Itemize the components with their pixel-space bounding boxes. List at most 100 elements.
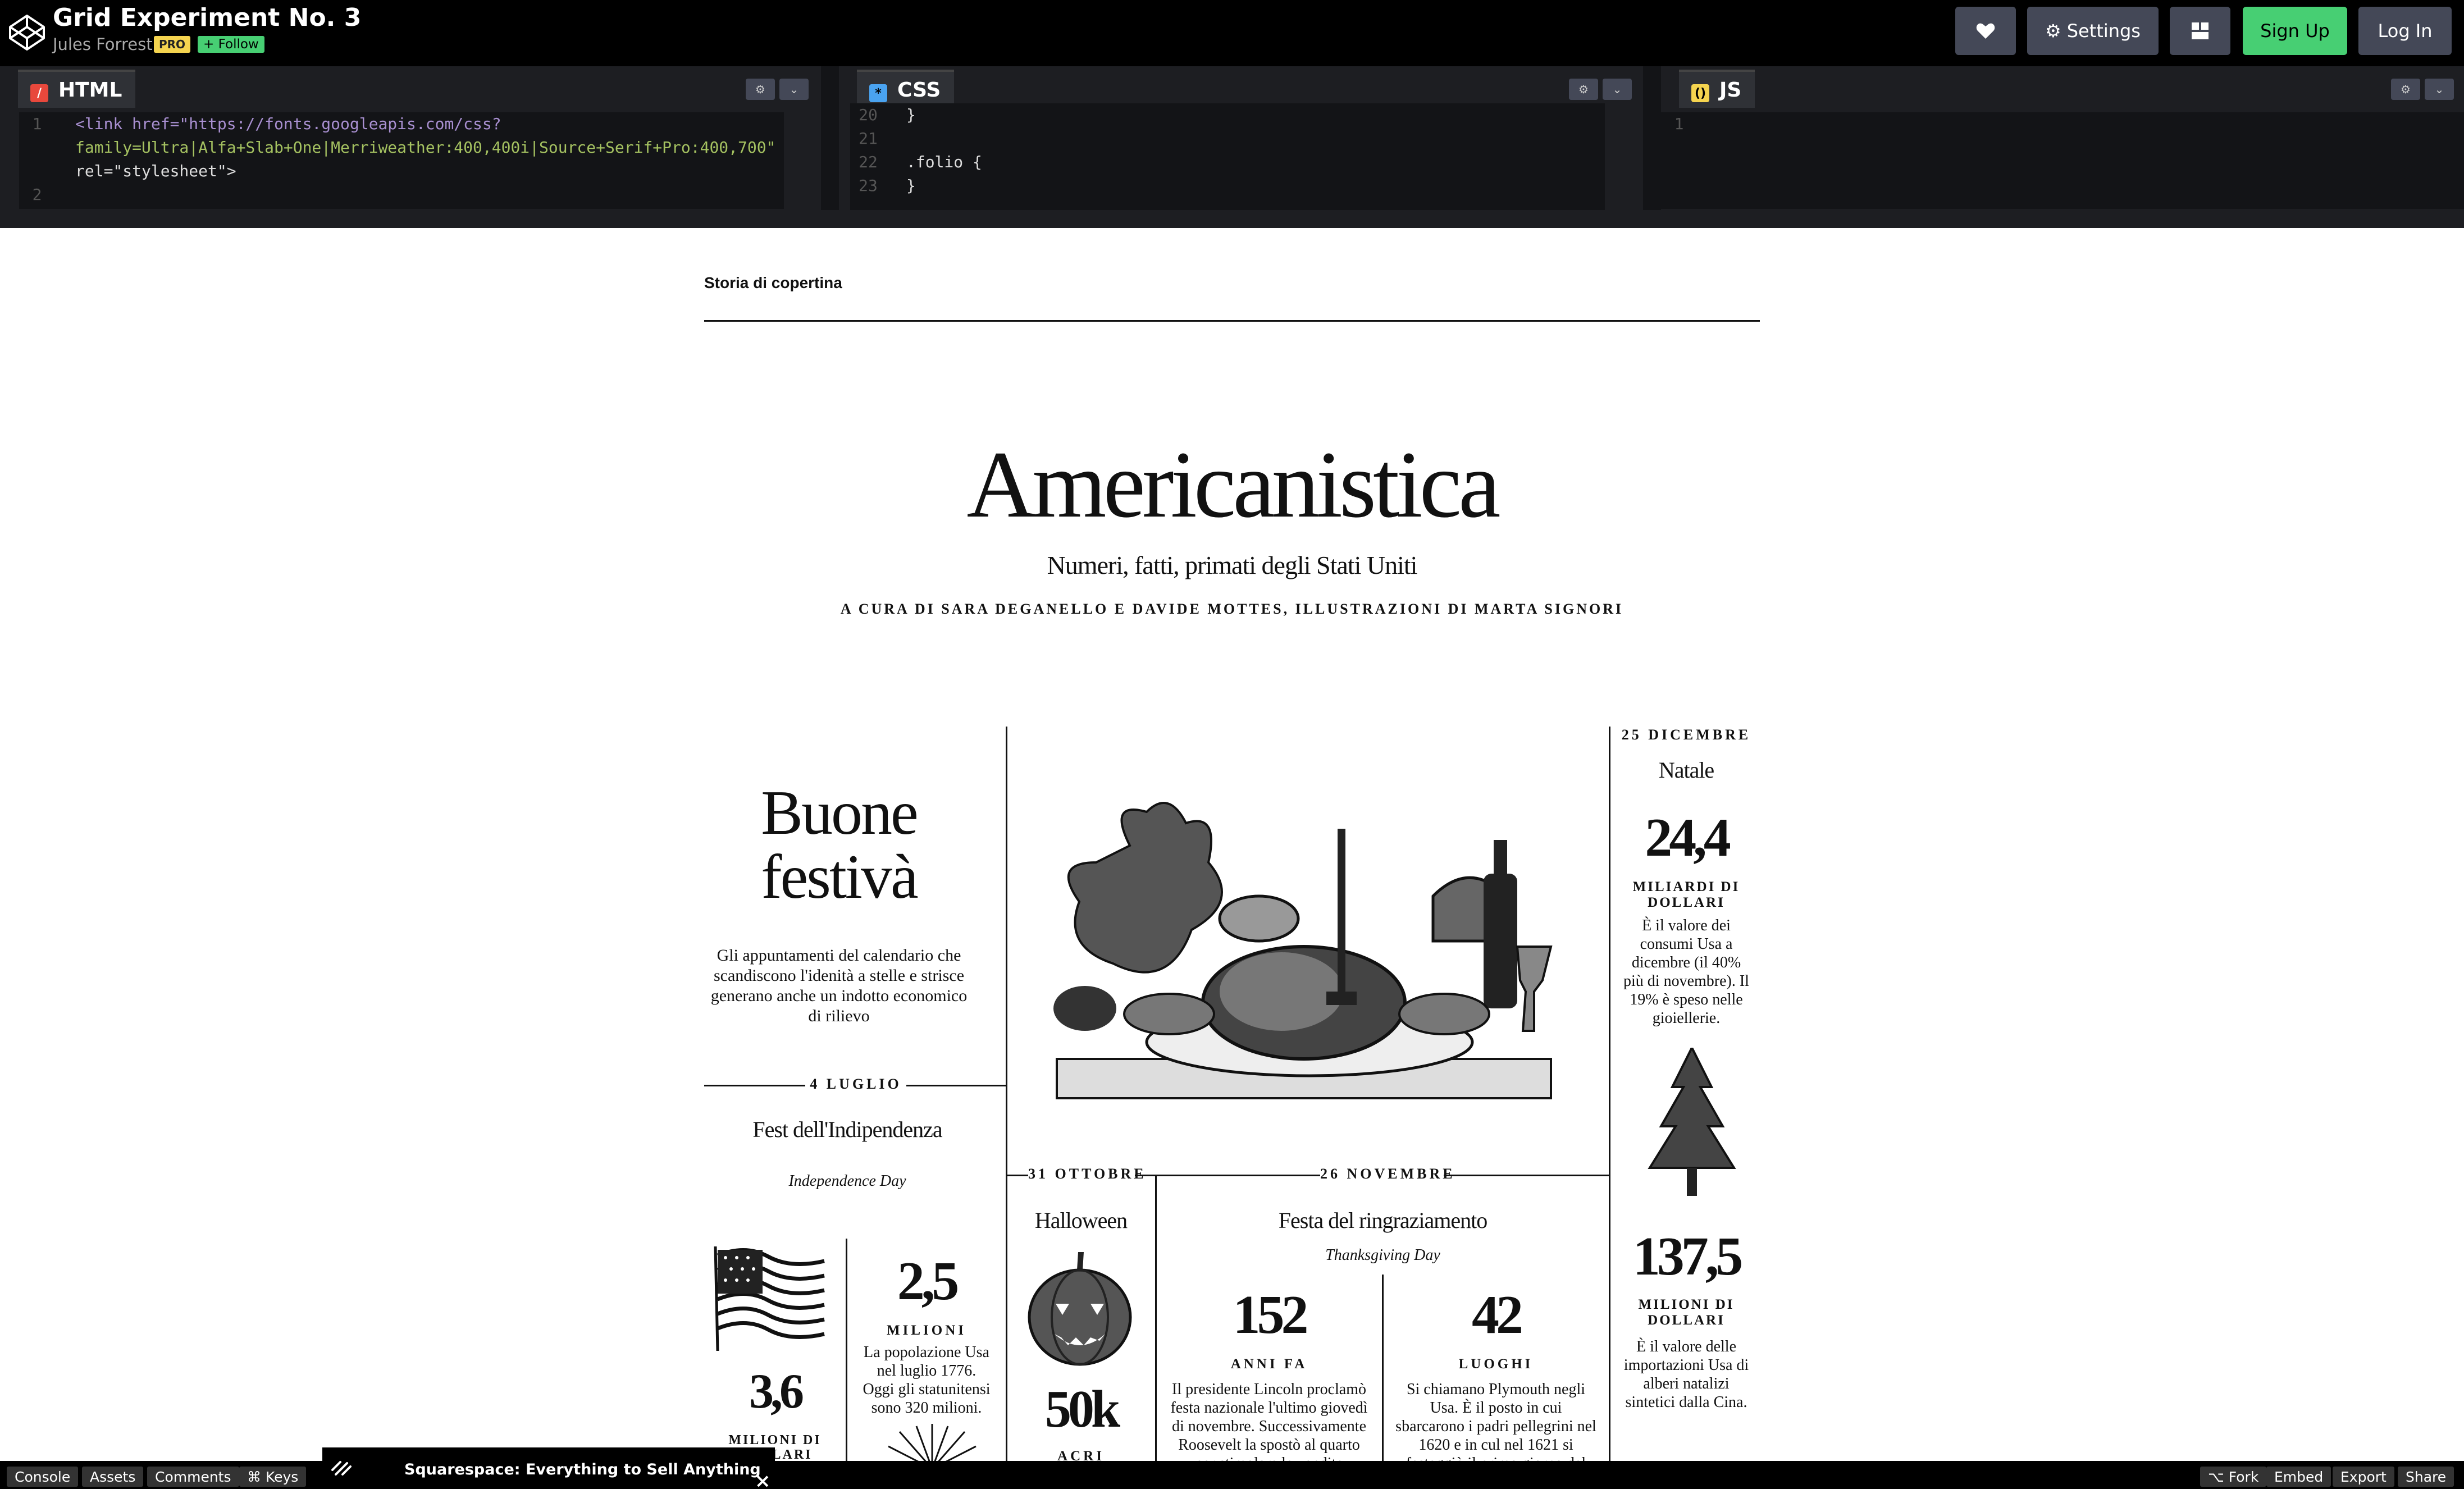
codepen-app: { "header": { "title": "Grid Experiment … [0,0,2464,1489]
grid-line [1006,727,1007,1461]
css-code-area[interactable]: 20 21 22 23 } .folio { } [850,103,1605,210]
heart-icon [1976,23,1995,39]
credits: A CURA DI SARA DEGANELLO E DAVIDE MOTTES… [840,601,1624,617]
line-number: 21 [859,129,878,148]
settings-button[interactable]: ⚙ Settings [2027,7,2159,55]
subtitle: Numeri, fatti, primati degli Stati Uniti [1047,551,1418,579]
divider [704,320,1760,322]
line-number: 22 [859,153,878,171]
pro-badge: PRO [154,36,191,53]
console-button[interactable]: Console [7,1467,79,1487]
resize-handle[interactable] [821,66,839,210]
log-in-button[interactable]: Log In [2358,7,2452,55]
dec-number-2: 137,5 [1632,1226,1744,1287]
line-number: 1 [32,115,42,133]
divider [1444,1175,1609,1176]
chevron-down-icon: ⌄ [789,83,799,96]
dec-text-1: È il valore dei consumi Usa a dicembre (… [1623,917,1749,1027]
july-label-1: MILIONI [887,1323,966,1338]
line-number: 1 [1674,115,1684,133]
sponsor-ad[interactable]: Squarespace: Everything to Sell Anything… [322,1447,775,1489]
july-number-1: 2,5 [897,1251,960,1312]
html-code-area[interactable]: 1 2 <link href="https://fonts.googleapis… [19,112,784,209]
pumpkin-icon [1028,1252,1132,1366]
html-collapse-button[interactable]: ⌄ [779,79,809,100]
css-settings-button[interactable]: ⚙ [1569,79,1598,100]
july-title: Fest dell'Indipendenza [752,1117,942,1142]
sign-up-button[interactable]: Sign Up [2243,7,2347,55]
fork-button[interactable]: ⌥ Fork [2200,1467,2267,1487]
js-icon: () [1691,84,1709,102]
dec-number-1: 24,4 [1645,807,1731,868]
code-line: .folio { [906,153,982,171]
assets-button[interactable]: Assets [82,1467,144,1487]
gear-icon: ⚙ [2045,20,2061,42]
js-editor-panel: () JS ⚙ ⌄ 1 [1661,66,2464,210]
css-tab[interactable]: * CSS [857,70,955,108]
buone-line-2: festivà [761,842,919,912]
july-date: 4 LUGLIO [810,1076,902,1092]
codepen-logo-icon[interactable] [8,13,46,52]
intro-text: Gli appuntamenti del calendario che scan… [710,946,968,1025]
embed-button[interactable]: Embed [2266,1467,2331,1487]
nov-title: Festa del ringraziamento [1278,1208,1487,1233]
code-line: family=Ultra|Alfa+Slab+One|Merriweather:… [75,138,776,157]
thanksgiving-feast-illustration [1053,802,1553,1099]
css-tab-label: CSS [897,78,941,102]
nov-subtitle: Thanksgiving Day [1325,1246,1440,1264]
nov-label-2: LUOGHI [1458,1356,1534,1372]
ad-text: Squarespace: Everything to Sell Anything [404,1461,761,1478]
layout-button[interactable] [2170,7,2230,55]
js-code-area[interactable]: 1 [1661,112,2464,209]
css-collapse-button[interactable]: ⌄ [1603,79,1632,100]
close-icon[interactable]: × [755,1470,771,1489]
july-text-1: La popolazione Usa nel luglio 1776. Oggi… [863,1344,991,1417]
html-settings-button[interactable]: ⚙ [746,79,775,100]
nov-text-1: Il presidente Lincoln proclamò festa naz… [1170,1381,1368,1461]
css-icon: * [869,84,887,102]
nov-label-1: ANNI FA [1230,1356,1308,1372]
line-number: 23 [859,176,878,195]
dec-label-1: MILIARDI DI DOLLARI [1632,879,1740,910]
nov-date: 26 NOVEMBRE [1320,1166,1455,1182]
gear-icon: ⚙ [755,83,765,96]
comments-button[interactable]: Comments [147,1467,239,1487]
nov-text-2: Si chiamano Plymouth negli Usa. È il pos… [1395,1381,1596,1461]
code-line: <link href="https://fonts.googleapis.com… [75,115,501,133]
july-number-2: 3,6 [749,1364,804,1419]
fireworks-icon [888,1424,977,1461]
html-icon: / [30,84,48,102]
love-button[interactable] [1955,7,2016,55]
js-settings-button[interactable]: ⚙ [2391,79,2420,100]
dec-label-2: MILIONI DI DOLLARI [1638,1297,1735,1328]
top-bar: Grid Experiment No. 3 Jules Forrest PRO … [0,0,2464,66]
dec-title: Natale [1658,757,1714,783]
resize-handle[interactable] [1643,66,1661,210]
code-line: } [906,176,916,195]
js-collapse-button[interactable]: ⌄ [2425,79,2454,100]
html-tab[interactable]: / HTML [18,70,136,108]
american-flag-icon [714,1246,825,1351]
share-button[interactable]: Share [2398,1467,2454,1487]
pen-title[interactable]: Grid Experiment No. 3 [53,3,361,32]
layout-grid-icon [2192,22,2209,39]
code-line: } [906,106,916,124]
line-number: 2 [32,185,42,204]
nov-number-1: 152 [1233,1285,1309,1345]
keys-button[interactable]: ⌘ Keys [239,1467,307,1487]
gear-icon: ⚙ [1578,83,1589,96]
july-subtitle: Independence Day [788,1172,906,1190]
author-name[interactable]: Jules Forrest [53,35,153,54]
line-number: 20 [859,106,878,124]
masthead: Americanistica [966,432,1501,537]
divider [1135,1175,1320,1176]
divider [704,1085,805,1086]
dec-date: 25 DICEMBRE [1621,727,1751,743]
export-button[interactable]: Export [2333,1467,2394,1487]
follow-button[interactable]: + Follow [198,36,264,53]
grid-line [846,1239,847,1461]
oct-date: 31 OTTOBRE [1028,1166,1147,1182]
js-tab[interactable]: () JS [1679,70,1755,108]
dec-text-2: È il valore delle importazioni Usa di al… [1623,1338,1749,1411]
oct-number: 50k [1044,1380,1120,1438]
